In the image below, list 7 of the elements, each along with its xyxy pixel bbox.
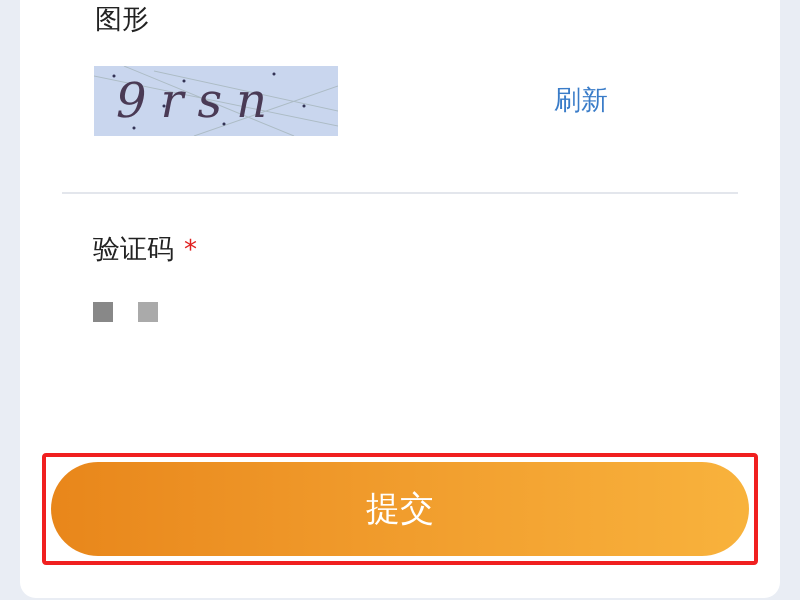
field-label: 验证码 [93, 233, 174, 267]
field-label: 图形 [95, 3, 149, 37]
captcha-image[interactable]: 9rsn [94, 66, 338, 136]
input-field[interactable] [93, 302, 158, 322]
submit-button[interactable]: 提交 [51, 462, 749, 556]
required-mark: * [184, 234, 197, 267]
refresh-link[interactable]: 刷新 [554, 83, 608, 119]
